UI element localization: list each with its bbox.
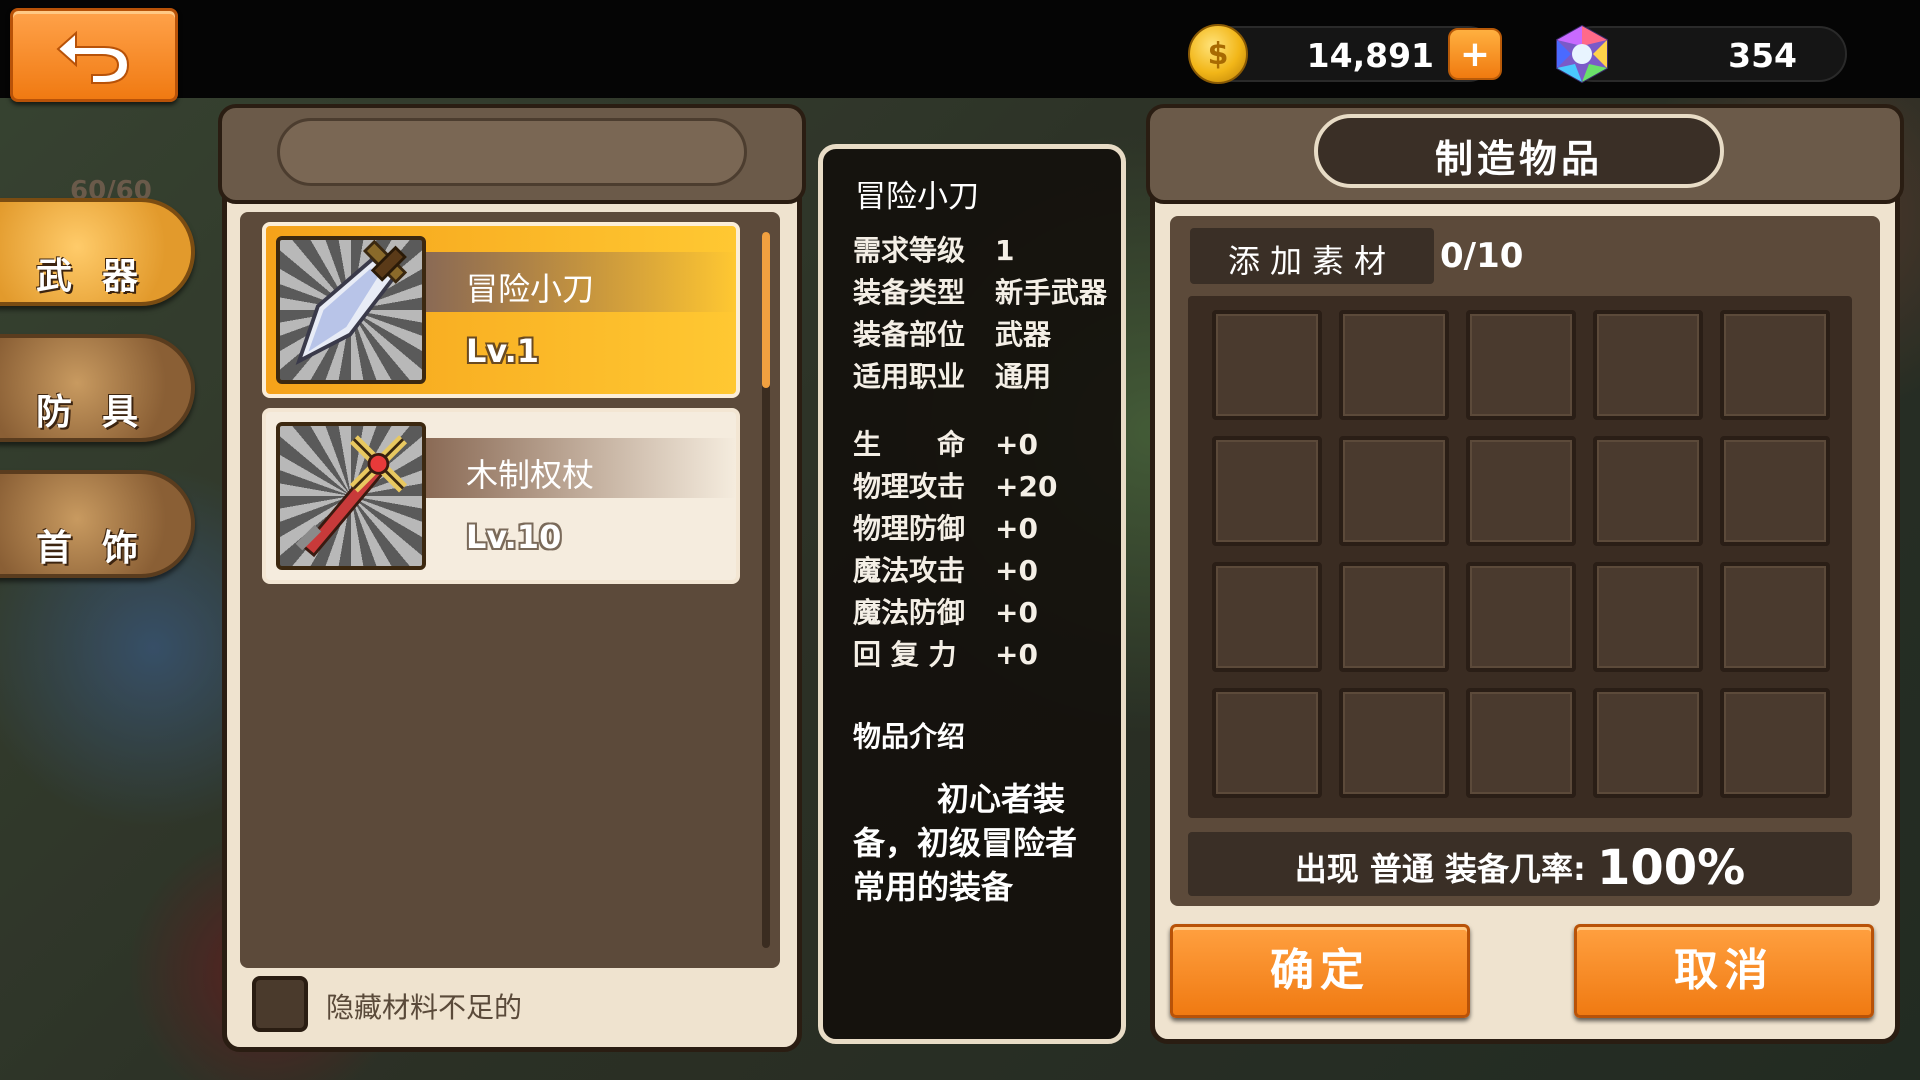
gem-counter: 354 <box>1556 24 1847 84</box>
hide-insufficient-row: 隐藏材料不足的 <box>240 972 780 1038</box>
material-slot[interactable] <box>1593 688 1703 798</box>
item-detail-panel: 冒险小刀 需求等级 1 装备类型 新手武器 装备部位 武器 适用职业 通用 生 命 +0 … <box>818 144 1126 1044</box>
detail-info-row: 装备部位 武器 <box>853 318 1052 351</box>
confirm-button[interactable]: 确定 <box>1170 924 1470 1018</box>
material-slot[interactable] <box>1720 562 1830 672</box>
material-slot[interactable] <box>1593 310 1703 420</box>
material-slot[interactable] <box>1593 562 1703 672</box>
gold-coin-icon: $ <box>1188 24 1248 84</box>
rainbow-gem-icon <box>1556 24 1608 84</box>
material-slot[interactable] <box>1339 310 1449 420</box>
tab-accessories[interactable]: 首饰 <box>0 470 195 578</box>
material-slot[interactable] <box>1593 436 1703 546</box>
item-level: Lv.10 <box>466 518 562 556</box>
item-level: Lv.1 <box>466 332 540 370</box>
hide-insufficient-checkbox[interactable] <box>252 976 308 1032</box>
gold-counter: $ 14,891 + <box>1188 24 1502 84</box>
scepter-icon <box>276 422 426 570</box>
material-slot[interactable] <box>1212 436 1322 546</box>
detail-stat-row: 回 复 力 +0 <box>853 638 1038 671</box>
detail-info-row: 需求等级 1 <box>853 234 1015 267</box>
material-grid <box>1188 296 1852 818</box>
item-name: 木制权杖 <box>466 456 595 494</box>
material-slot[interactable] <box>1339 562 1449 672</box>
cancel-button[interactable]: 取消 <box>1574 924 1874 1018</box>
description-label: 物品介绍 <box>853 720 966 753</box>
material-slot[interactable] <box>1466 310 1576 420</box>
material-slot[interactable] <box>1212 562 1322 672</box>
list-item[interactable]: 木制权杖 Lv.10 <box>262 408 740 584</box>
material-slot[interactable] <box>1720 310 1830 420</box>
material-slot[interactable] <box>1339 688 1449 798</box>
detail-title: 冒险小刀 <box>855 179 979 215</box>
material-slot[interactable] <box>1212 688 1322 798</box>
material-slot[interactable] <box>1339 436 1449 546</box>
material-slot[interactable] <box>1720 436 1830 546</box>
back-arrow-icon <box>56 30 130 84</box>
tab-weapons[interactable]: 武器 <box>0 198 195 306</box>
rate-value: 100% <box>1596 840 1746 896</box>
material-slot[interactable] <box>1720 688 1830 798</box>
detail-stat-row: 魔法防御 +0 <box>853 596 1038 629</box>
material-slot[interactable] <box>1212 310 1322 420</box>
detail-stat-row: 物理防御 +0 <box>853 512 1038 545</box>
craft-title: 制造物品 <box>1434 137 1603 181</box>
tab-armor[interactable]: 防具 <box>0 334 195 442</box>
dagger-icon <box>276 236 426 384</box>
material-count: 0/10 <box>1440 236 1524 276</box>
rate-text: 出现 普通 装备几率: 100% <box>1188 840 1852 896</box>
add-material-label: 添加素材 <box>1227 242 1396 280</box>
material-slot[interactable] <box>1466 688 1576 798</box>
back-button[interactable] <box>10 8 178 102</box>
material-slot[interactable] <box>1466 562 1576 672</box>
scrollbar-thumb[interactable] <box>762 232 770 388</box>
hide-insufficient-label: 隐藏材料不足的 <box>326 991 523 1024</box>
item-list-header <box>218 104 806 204</box>
rate-prefix: 出现 普通 装备几率: <box>1294 850 1586 888</box>
gold-amount: 14,891 <box>1306 36 1434 75</box>
list-item[interactable]: 冒险小刀 Lv.1 <box>262 222 740 398</box>
detail-stat-row: 物理攻击 +20 <box>853 470 1058 503</box>
gem-amount: 354 <box>1728 36 1797 75</box>
detail-stat-row: 生 命 +0 <box>853 428 1038 461</box>
detail-info-row: 装备类型 新手武器 <box>853 276 1108 309</box>
material-slot[interactable] <box>1466 436 1576 546</box>
add-gold-button[interactable]: + <box>1448 28 1502 80</box>
detail-info-row: 适用职业 通用 <box>853 360 1052 393</box>
item-name: 冒险小刀 <box>466 270 595 308</box>
description-text: 初心者装备，初级冒险者常用的装备 <box>853 780 1078 906</box>
detail-stat-row: 魔法攻击 +0 <box>853 554 1038 587</box>
